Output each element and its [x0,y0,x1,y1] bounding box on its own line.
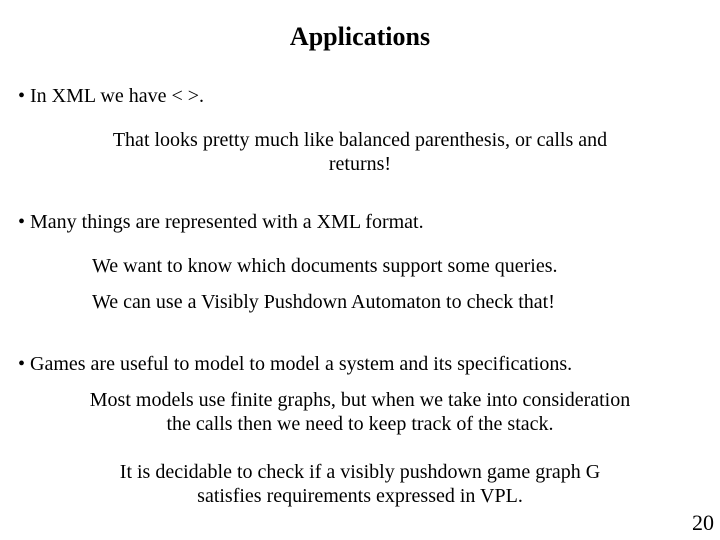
bullet-many-things: Many things are represented with a XML f… [18,210,424,234]
line-models-1: Most models use finite graphs, but when … [0,388,720,412]
line-models-2: the calls then we need to keep track of … [0,412,720,436]
line-vpa: We can use a Visibly Pushdown Automaton … [92,290,555,314]
line-decidable-2: satisfies requirements expressed in VPL. [0,484,720,508]
line-queries: We want to know which documents support … [92,254,558,278]
line-balanced-1: That looks pretty much like balanced par… [0,128,720,152]
line-balanced-2: returns! [0,152,720,176]
bullet-xml: In XML we have < >. [18,84,204,108]
slide-title: Applications [0,22,720,52]
line-decidable-1: It is decidable to check if a visibly pu… [0,460,720,484]
bullet-games: Games are useful to model to model a sys… [18,352,572,376]
slide: Applications In XML we have < >. That lo… [0,0,720,540]
page-number: 20 [692,510,714,536]
